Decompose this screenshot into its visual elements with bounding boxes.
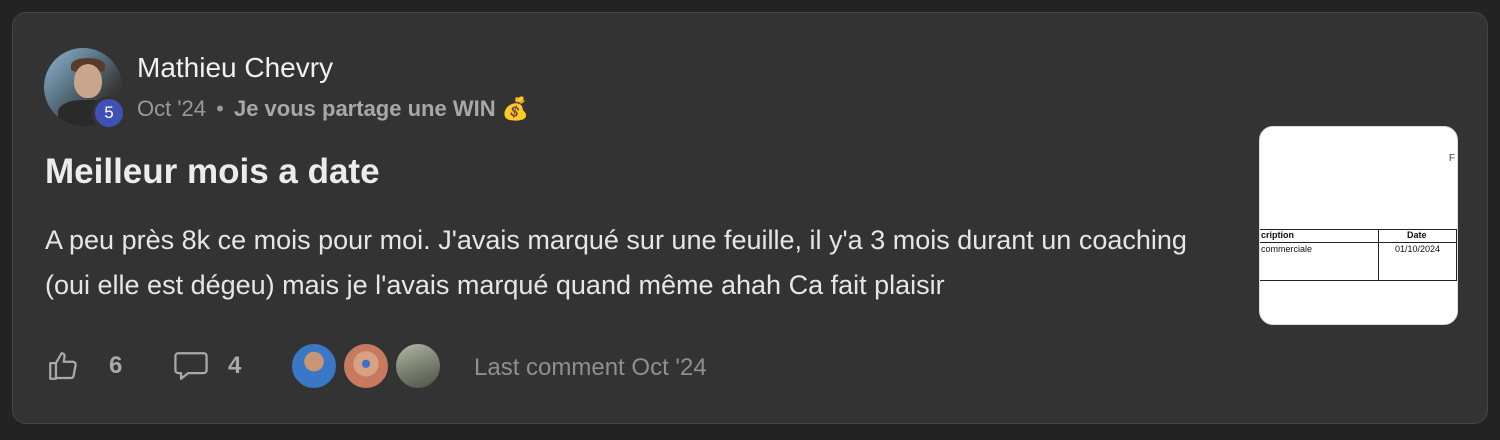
post-date: Oct '24	[137, 96, 207, 121]
money-bag-icon: 💰	[501, 96, 530, 121]
thumbnail-divider	[1456, 229, 1457, 280]
comment-count: 4	[228, 352, 242, 379]
post-card[interactable]: 5 Mathieu Chevry Oct '24 • Je vous parta…	[12, 12, 1488, 424]
post-body: A peu près 8k ce mois pour moi. J'avais …	[45, 225, 1187, 300]
post-meta: Oct '24 • Je vous partage une WIN 💰	[137, 95, 529, 123]
avatar-face	[74, 64, 102, 98]
thumbs-up-icon[interactable]	[46, 349, 80, 383]
author-name[interactable]: Mathieu Chevry	[137, 51, 333, 85]
thumbnail-rule	[1260, 280, 1457, 281]
thumbnail-col1-value: commerciale	[1261, 244, 1313, 254]
post-category[interactable]: Je vous partage une WIN	[234, 96, 496, 121]
avatar[interactable]	[290, 342, 338, 390]
post-thumbnail[interactable]: F cription Date commerciale 01/10/2024	[1259, 126, 1458, 325]
level-badge: 5	[92, 96, 126, 130]
comment-button[interactable]: 4	[172, 349, 241, 383]
thumbnail-divider	[1378, 229, 1379, 280]
thumbnail-corner-mark: F	[1448, 153, 1455, 164]
author-avatar-wrap[interactable]: 5	[44, 48, 126, 130]
thumbnail-col1-header: cription	[1261, 230, 1294, 240]
comment-bubble-icon[interactable]	[172, 349, 210, 383]
like-button[interactable]: 6	[46, 349, 122, 383]
meta-separator: •	[216, 96, 224, 121]
avatar[interactable]	[342, 342, 390, 390]
post-title[interactable]: Meilleur mois a date	[45, 151, 380, 193]
avatar[interactable]	[394, 342, 442, 390]
thumbnail-col2-header: Date	[1407, 230, 1427, 240]
last-comment-text: Last comment Oct '24	[474, 354, 707, 381]
like-count: 6	[109, 352, 123, 379]
thumbnail-rule	[1260, 242, 1457, 243]
thumbnail-col2-value: 01/10/2024	[1395, 244, 1441, 254]
